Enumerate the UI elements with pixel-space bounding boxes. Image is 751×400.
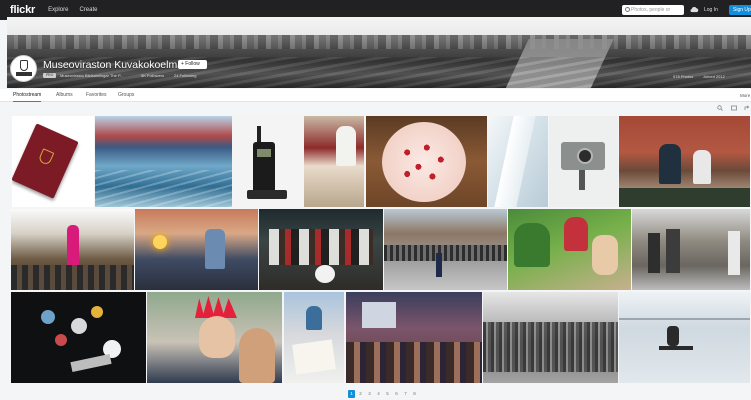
nav-link-explore[interactable]: Explore [48, 7, 68, 13]
photo-historical-crowd[interactable] [483, 292, 618, 383]
follow-button[interactable]: + Follow [178, 60, 207, 69]
photo-drummers[interactable] [259, 209, 383, 290]
nav-link-create[interactable]: Create [79, 7, 97, 13]
photo-concert-audience[interactable] [346, 292, 482, 383]
page-link-3[interactable]: 3 [366, 390, 373, 398]
page-link-7[interactable]: 7 [402, 390, 409, 398]
photo-tunnel-light[interactable] [488, 116, 548, 207]
followers-count[interactable]: 5K Followers [141, 73, 164, 78]
tab-albums[interactable]: Albums [56, 92, 73, 98]
photo-town-square-crowd[interactable] [384, 209, 507, 290]
photo-camera[interactable] [549, 116, 618, 207]
search-icon[interactable] [625, 7, 630, 12]
profile-tabs: Photostream Albums Favorites Groups More [0, 89, 751, 102]
page-link-2[interactable]: 2 [357, 390, 364, 398]
profile-name: Museoviraston Kuvakokoelmat [43, 59, 186, 71]
avatar[interactable] [10, 55, 37, 82]
cover-treeline [7, 35, 751, 49]
pagination: 1 2 3 4 5 6 7 8 [348, 390, 418, 398]
photo-children-activity[interactable] [508, 209, 631, 290]
avatar-wordmark [16, 72, 32, 76]
page-link-1[interactable]: 1 [348, 390, 355, 398]
joined-date: Joined 2012 [703, 74, 725, 79]
slideshow-icon[interactable] [731, 105, 737, 111]
photo-mobile-phone[interactable] [233, 116, 303, 207]
photo-swimming-pool[interactable] [95, 116, 232, 207]
page-link-4[interactable]: 4 [375, 390, 382, 398]
page-link-6[interactable]: 6 [393, 390, 400, 398]
photo-bakery-workers[interactable] [304, 116, 364, 207]
photo-cake[interactable] [366, 116, 487, 207]
photo-fashion-show[interactable] [11, 209, 134, 290]
following-count[interactable]: 24 Following [174, 73, 196, 78]
signup-button[interactable]: Sign Up [729, 5, 751, 15]
flickr-logo[interactable]: flickr [10, 4, 35, 16]
more-menu[interactable]: More [740, 93, 750, 98]
search-input[interactable]: Photos, people or groups [622, 5, 684, 23]
tab-photostream[interactable]: Photostream [13, 92, 42, 102]
photo-badges-jacket[interactable] [11, 292, 146, 383]
pro-badge: PRO [43, 73, 56, 78]
cloud-upload-icon[interactable] [690, 6, 699, 13]
page-link-5[interactable]: 5 [384, 390, 391, 398]
share-icon[interactable] [744, 105, 750, 111]
page-link-8[interactable]: 8 [411, 390, 418, 398]
photo-ice-sled[interactable] [619, 292, 750, 383]
photo-book-reading[interactable] [284, 292, 344, 383]
photo-people-on-porch[interactable] [619, 116, 750, 207]
photo-passport[interactable] [12, 116, 94, 207]
photo-festival-fire[interactable] [135, 209, 258, 290]
crest-icon [20, 60, 28, 71]
magnifier-icon[interactable] [717, 105, 723, 111]
photos-count: 978 Photos [673, 74, 694, 79]
photo-punk-mohawk[interactable] [147, 292, 282, 383]
photo-street-musicians[interactable] [632, 209, 750, 290]
login-link[interactable]: Log In [704, 7, 718, 13]
profile-subtitle: Museovirasto Bildsamlingar The P... [60, 73, 124, 78]
tab-favorites[interactable]: Favorites [86, 92, 107, 98]
tab-groups[interactable]: Groups [118, 92, 134, 98]
